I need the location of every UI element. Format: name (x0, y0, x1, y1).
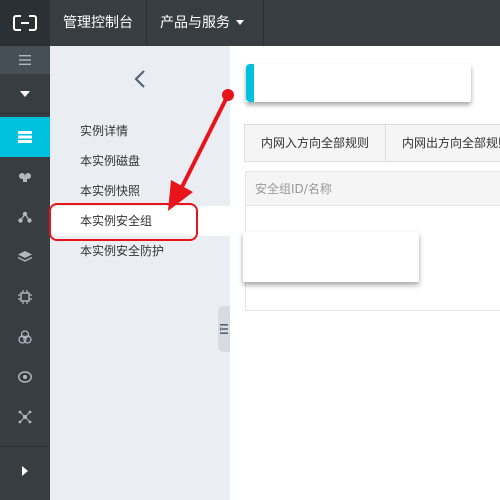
products-services-menu[interactable]: 产品与服务 (147, 0, 264, 46)
title-accent-bar (246, 64, 254, 102)
caret-down-icon[interactable] (0, 74, 50, 114)
aliyun-logo-icon[interactable] (0, 0, 50, 46)
molecule-icon[interactable] (0, 397, 50, 437)
tab-inbound-rules[interactable]: 内网入方向全部规则 (245, 125, 386, 161)
menu-icon[interactable] (0, 46, 50, 74)
network-icon[interactable] (0, 197, 50, 237)
list-collapse-icon (220, 324, 228, 334)
cluster-icon[interactable] (0, 317, 50, 357)
layers-icon[interactable] (0, 237, 50, 277)
products-services-label: 产品与服务 (160, 15, 230, 31)
cloud-icon[interactable] (0, 157, 50, 197)
instance-sidebar: 实例详情 本实例磁盘 本实例快照 本实例安全组 本实例安全防护 (50, 46, 230, 500)
column-header-security-group-id: 安全组ID/名称 (246, 172, 500, 206)
product-icon-rail (0, 46, 50, 500)
top-navigation-bar: 管理控制台 产品与服务 (0, 0, 500, 46)
sidebar-item-instance-details[interactable]: 实例详情 (50, 116, 230, 146)
chevron-left-icon[interactable] (130, 68, 150, 90)
sidebar-item-instance-disks[interactable]: 本实例磁盘 (50, 146, 230, 176)
eye-icon[interactable] (0, 357, 50, 397)
chevron-down-icon (236, 19, 244, 25)
rule-tabs: 内网入方向全部规则 内网出方向全部规则 (244, 124, 500, 162)
redacted-page-title (246, 64, 471, 102)
chip-icon[interactable] (0, 277, 50, 317)
server-icon[interactable] (0, 117, 50, 157)
tab-outbound-rules[interactable]: 内网出方向全部规则 (386, 125, 500, 161)
sidebar-item-instance-snapshots[interactable]: 本实例快照 (50, 176, 230, 206)
redacted-table-row (243, 232, 419, 282)
console-link[interactable]: 管理控制台 (50, 0, 147, 46)
sidebar-collapse-handle[interactable] (218, 306, 230, 352)
expand-icon[interactable] (0, 446, 50, 494)
annotation-highlight-box (49, 203, 198, 241)
